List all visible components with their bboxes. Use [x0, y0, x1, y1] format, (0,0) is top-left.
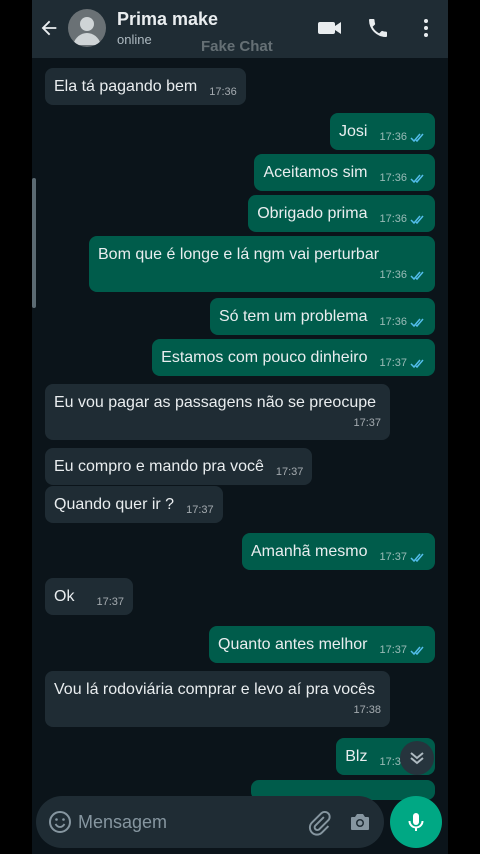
message-time: 17:37: [379, 644, 407, 656]
message-text: Aceitamos sim: [263, 164, 368, 181]
message-incoming[interactable]: Eu vou pagar as passagens não se preocup…: [45, 384, 390, 440]
message-outgoing[interactable]: Quanto antes melhor 17:37: [209, 626, 435, 663]
message-text: Eu vou pagar as passagens não se preocup…: [54, 394, 377, 411]
message-incoming[interactable]: Eu compro e mando pra você 17:37: [45, 448, 313, 485]
message-time: 17:36: [379, 316, 407, 328]
message-text: Obrigado prima: [257, 205, 368, 222]
message-time: 17:37: [96, 596, 124, 608]
video-call-icon[interactable]: [316, 16, 344, 40]
message-outgoing[interactable]: Estamos com pouco dinheiro 17:37: [152, 339, 435, 376]
message-incoming[interactable]: Ela tá pagando bem 17:36: [45, 68, 246, 105]
read-ticks-icon: [410, 646, 424, 655]
message-time: 17:37: [186, 504, 214, 516]
emoji-icon[interactable]: [48, 810, 72, 834]
message-time: 17:38: [353, 704, 381, 716]
read-ticks-icon: [410, 318, 424, 327]
avatar[interactable]: [68, 9, 106, 47]
chat-screen: Prima make online Fake Chat Ela tá pagan…: [32, 0, 448, 854]
message-text: Blz: [345, 748, 368, 765]
message-text: Quando quer ir ?: [54, 496, 175, 513]
message-list[interactable]: Ela tá pagando bem 17:36 Josi 17:36 Aceita…: [32, 58, 448, 800]
message-time: 17:36: [379, 213, 407, 225]
camera-icon[interactable]: [348, 810, 372, 834]
chat-header: Prima make online Fake Chat: [32, 0, 448, 58]
read-ticks-icon: [410, 359, 424, 368]
message-time: 17:36: [379, 131, 407, 143]
read-ticks-icon: [410, 271, 424, 280]
more-vert-icon[interactable]: [414, 16, 438, 40]
message-time: 17:36: [379, 172, 407, 184]
read-ticks-icon: [410, 553, 424, 562]
contact-name[interactable]: Prima make: [117, 9, 218, 30]
message-text: Vou lá rodoviária comprar e levo aí pra …: [54, 681, 376, 698]
read-ticks-icon: [410, 174, 424, 183]
message-composer[interactable]: Mensagem: [36, 796, 384, 848]
message-time: 17:36: [379, 269, 407, 281]
message-incoming[interactable]: Vou lá rodoviária comprar e levo aí pra …: [45, 671, 390, 727]
message-outgoing[interactable]: Aceitamos sim 17:36: [254, 154, 435, 191]
mic-button[interactable]: [390, 796, 442, 848]
message-text: Eu compro e mando pra você: [54, 458, 264, 475]
message-outgoing[interactable]: Obrigado prima 17:36: [248, 195, 435, 232]
scroll-to-bottom-button[interactable]: [400, 741, 434, 775]
message-input[interactable]: Mensagem: [78, 812, 167, 833]
watermark: Fake Chat: [201, 38, 273, 55]
message-outgoing[interactable]: Bom que é longe e lá ngm vai perturbar 1…: [89, 236, 435, 292]
message-time: 17:37: [379, 551, 407, 563]
message-time: 17:37: [353, 417, 381, 429]
message-time: 17:37: [275, 466, 304, 478]
message-outgoing[interactable]: Só tem um problema 17:36: [209, 298, 435, 335]
read-ticks-icon: [410, 215, 424, 224]
message-outgoing[interactable]: Amanhã mesmo 17:37: [241, 533, 435, 570]
message-text: Amanhã mesmo: [250, 543, 368, 560]
message-text: Ok: [54, 588, 75, 605]
message-time: 17:36: [209, 86, 237, 98]
back-arrow-icon[interactable]: [38, 17, 60, 39]
mic-icon: [408, 813, 424, 831]
message-text: Só tem um problema: [218, 308, 368, 325]
message-text: Bom que é longe e lá ngm vai perturbar: [98, 246, 380, 263]
message-text: Estamos com pouco dinheiro: [161, 349, 368, 366]
message-outgoing[interactable]: Josi 17:36: [330, 113, 435, 150]
message-text: Ela tá pagando bem: [54, 78, 198, 95]
chevron-down-icon: [410, 752, 424, 765]
avatar-icon: [73, 17, 101, 45]
attach-icon[interactable]: [306, 810, 332, 836]
read-ticks-icon: [410, 133, 424, 142]
message-text: Josi: [339, 123, 368, 140]
message-incoming[interactable]: Quando quer ir ? 17:37: [45, 486, 223, 523]
message-incoming[interactable]: Ok 17:37: [45, 578, 133, 615]
contact-status: online: [117, 32, 152, 47]
message-text: Quanto antes melhor: [218, 636, 368, 653]
message-time: 17:37: [379, 357, 407, 369]
phone-icon[interactable]: [366, 16, 390, 40]
